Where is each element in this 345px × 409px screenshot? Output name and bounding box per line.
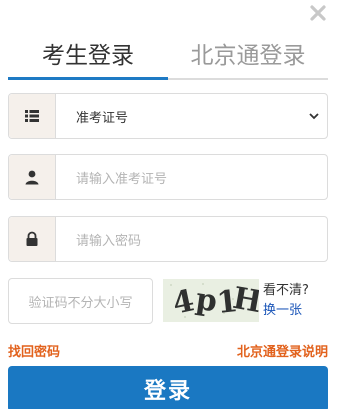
login-tabs: 考生登录 北京通登录 xyxy=(8,38,328,80)
close-icon[interactable] xyxy=(307,2,329,24)
chevron-down-icon xyxy=(301,94,327,138)
id-number-input[interactable]: 请输入准考证号 xyxy=(8,154,328,200)
id-type-select[interactable]: 准考证号 xyxy=(8,93,328,139)
id-number-placeholder: 请输入准考证号 xyxy=(76,171,168,187)
beijingtong-help-link[interactable]: 北京通登录说明 xyxy=(237,341,328,360)
captcha-image[interactable]: 4 p 1 H xyxy=(163,279,259,322)
id-type-value: 准考证号 xyxy=(76,110,129,126)
captcha-refresh-link[interactable]: 换一张 xyxy=(263,301,309,321)
password-input[interactable]: 请输入密码 xyxy=(8,216,328,262)
recover-password-link[interactable]: 找回密码 xyxy=(8,341,60,360)
captcha-unclear-label: 看不清? xyxy=(263,283,309,298)
lock-icon xyxy=(9,217,56,261)
login-button[interactable]: 登录 xyxy=(8,366,328,409)
tab-beijingtong-login[interactable]: 北京通登录 xyxy=(168,38,328,78)
password-placeholder: 请输入密码 xyxy=(76,233,142,249)
tab-candidate-login[interactable]: 考生登录 xyxy=(8,38,168,80)
list-icon xyxy=(9,94,56,138)
captcha-input[interactable]: 验证码不分大小写 xyxy=(8,278,153,324)
user-icon xyxy=(9,155,56,199)
